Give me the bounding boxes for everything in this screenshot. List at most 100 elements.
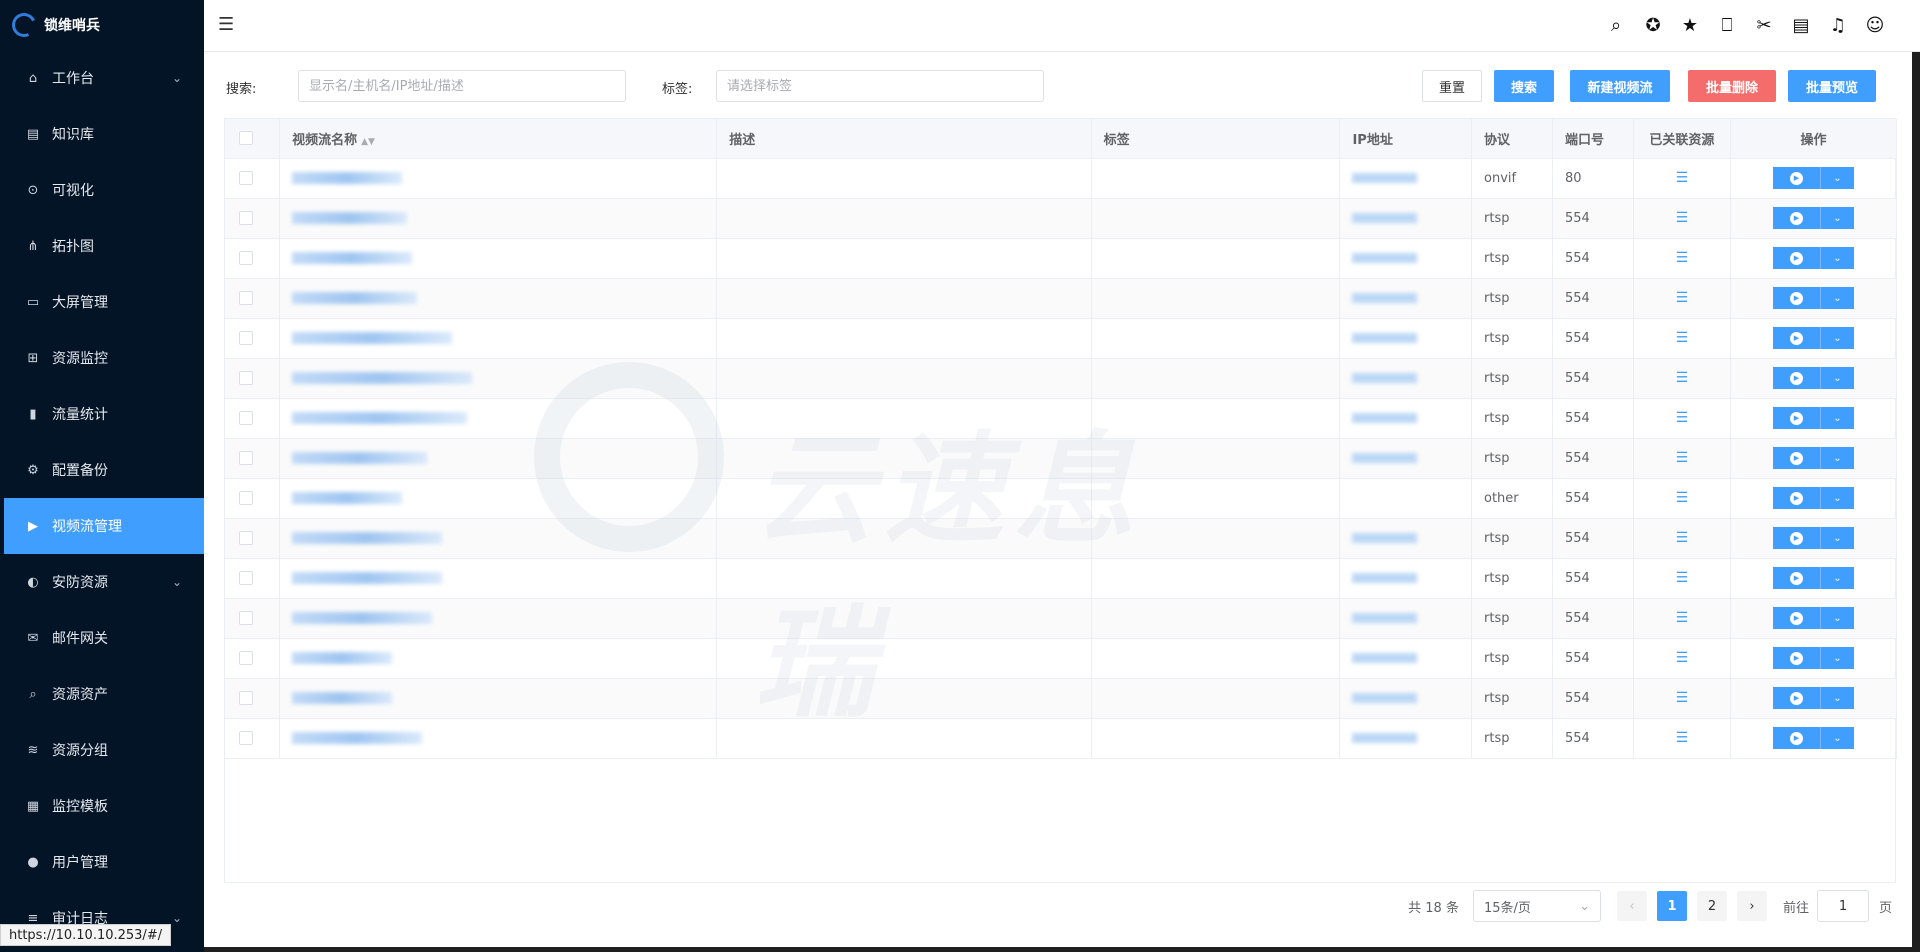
more-actions-button[interactable]: ⌄: [1821, 527, 1854, 549]
stream-name-cell[interactable]: [279, 678, 718, 719]
tag-select[interactable]: [716, 70, 1044, 102]
list-icon[interactable]: ☰: [1676, 730, 1689, 746]
play-button[interactable]: ▶: [1773, 247, 1821, 269]
stream-name-cell[interactable]: [279, 718, 718, 759]
row-checkbox-cell[interactable]: [225, 158, 281, 199]
row-checkbox-cell[interactable]: [225, 718, 281, 759]
sidebar-item-7[interactable]: ⚙ 配置备份: [4, 442, 204, 498]
row-checkbox[interactable]: [239, 451, 253, 465]
stream-name-cell[interactable]: [279, 518, 718, 559]
list-icon[interactable]: ☰: [1676, 570, 1689, 586]
page-size-select[interactable]: 15条/页 ⌄: [1472, 890, 1601, 922]
sidebar-item-13[interactable]: ▦ 监控模板: [4, 778, 204, 834]
row-checkbox[interactable]: [239, 491, 253, 505]
sidebar-item-4[interactable]: ▭ 大屏管理: [4, 274, 204, 330]
prev-page-button[interactable]: ‹: [1616, 891, 1647, 921]
play-button[interactable]: ▶: [1773, 367, 1821, 389]
table-row[interactable]: rtsp 554 ☰ ▶ ⌄: [225, 238, 1897, 279]
page-1-button[interactable]: 1: [1656, 891, 1687, 921]
stream-name-cell[interactable]: [279, 398, 718, 439]
row-checkbox-cell[interactable]: [225, 438, 281, 479]
stream-name-cell[interactable]: [279, 158, 718, 199]
user-icon[interactable]: ☺: [1864, 14, 1886, 36]
col-name[interactable]: 视频流名称 ▲▼: [279, 119, 718, 159]
list-icon[interactable]: ☰: [1676, 530, 1689, 546]
table-row[interactable]: rtsp 554 ☰ ▶ ⌄: [225, 638, 1897, 679]
stream-name-cell[interactable]: [279, 478, 718, 519]
bell-icon[interactable]: ♫: [1827, 14, 1849, 36]
table-row[interactable]: rtsp 554 ☰ ▶ ⌄: [225, 678, 1897, 719]
list-icon[interactable]: ☰: [1676, 490, 1689, 506]
sidebar-item-9[interactable]: ◐ 安防资源 ⌄: [4, 554, 204, 610]
table-row[interactable]: other 554 ☰ ▶ ⌄: [225, 478, 1897, 519]
menu-toggle-icon[interactable]: ☰: [218, 14, 238, 35]
row-checkbox-cell[interactable]: [225, 518, 281, 559]
row-checkbox[interactable]: [239, 251, 253, 265]
row-checkbox[interactable]: [239, 371, 253, 385]
list-icon[interactable]: ☰: [1676, 250, 1689, 266]
more-actions-button[interactable]: ⌄: [1821, 447, 1854, 469]
sidebar-item-1[interactable]: ▤ 知识库: [4, 106, 204, 162]
stream-name-cell[interactable]: [279, 598, 718, 639]
stream-name-cell[interactable]: [279, 358, 718, 399]
reset-button[interactable]: 重置: [1422, 70, 1482, 102]
star-icon[interactable]: ★: [1679, 14, 1701, 36]
search-input[interactable]: [298, 70, 626, 102]
play-button[interactable]: ▶: [1773, 327, 1821, 349]
select-all-checkbox-cell[interactable]: [225, 119, 281, 159]
list-icon[interactable]: ☰: [1676, 610, 1689, 626]
play-button[interactable]: ▶: [1773, 207, 1821, 229]
row-checkbox-cell[interactable]: [225, 358, 281, 399]
play-button[interactable]: ▶: [1773, 407, 1821, 429]
stream-name-cell[interactable]: [279, 638, 718, 679]
row-checkbox-cell[interactable]: [225, 598, 281, 639]
more-actions-button[interactable]: ⌄: [1821, 167, 1854, 189]
row-checkbox[interactable]: [239, 171, 253, 185]
storage-icon[interactable]: ▤: [1790, 14, 1812, 36]
more-actions-button[interactable]: ⌄: [1821, 327, 1854, 349]
play-button[interactable]: ▶: [1773, 727, 1821, 749]
stream-name-cell[interactable]: [279, 278, 718, 319]
table-row[interactable]: rtsp 554 ☰ ▶ ⌄: [225, 318, 1897, 359]
table-row[interactable]: rtsp 554 ☰ ▶ ⌄: [225, 518, 1897, 559]
row-checkbox-cell[interactable]: [225, 278, 281, 319]
sidebar-item-11[interactable]: ⌕ 资源资产: [4, 666, 204, 722]
stream-name-cell[interactable]: [279, 438, 718, 479]
row-checkbox[interactable]: [239, 731, 253, 745]
play-button[interactable]: ▶: [1773, 567, 1821, 589]
row-checkbox[interactable]: [239, 691, 253, 705]
row-checkbox-cell[interactable]: [225, 198, 281, 239]
table-row[interactable]: rtsp 554 ☰ ▶ ⌄: [225, 358, 1897, 399]
next-page-button[interactable]: ›: [1736, 891, 1767, 921]
sidebar-item-12[interactable]: ≋ 资源分组: [4, 722, 204, 778]
stream-name-cell[interactable]: [279, 198, 718, 239]
bookmark-icon[interactable]: ⎕: [1716, 14, 1738, 36]
more-actions-button[interactable]: ⌄: [1821, 687, 1854, 709]
select-all-checkbox[interactable]: [239, 131, 253, 146]
batch-preview-button[interactable]: 批量预览: [1788, 70, 1876, 102]
row-checkbox[interactable]: [239, 211, 253, 225]
more-actions-button[interactable]: ⌄: [1821, 487, 1854, 509]
sidebar-item-2[interactable]: ⊙ 可视化: [4, 162, 204, 218]
play-button[interactable]: ▶: [1773, 647, 1821, 669]
row-checkbox[interactable]: [239, 611, 253, 625]
search-button[interactable]: 搜索: [1494, 70, 1554, 102]
more-actions-button[interactable]: ⌄: [1821, 647, 1854, 669]
more-actions-button[interactable]: ⌄: [1821, 727, 1854, 749]
list-icon[interactable]: ☰: [1676, 690, 1689, 706]
table-row[interactable]: rtsp 554 ☰ ▶ ⌄: [225, 398, 1897, 439]
stream-name-cell[interactable]: [279, 238, 718, 279]
list-icon[interactable]: ☰: [1676, 290, 1689, 306]
table-row[interactable]: rtsp 554 ☰ ▶ ⌄: [225, 278, 1897, 319]
more-actions-button[interactable]: ⌄: [1821, 247, 1854, 269]
more-actions-button[interactable]: ⌄: [1821, 367, 1854, 389]
sidebar-item-10[interactable]: ✉ 邮件网关: [4, 610, 204, 666]
more-actions-button[interactable]: ⌄: [1821, 287, 1854, 309]
play-button[interactable]: ▶: [1773, 287, 1821, 309]
table-row[interactable]: rtsp 554 ☰ ▶ ⌄: [225, 438, 1897, 479]
table-row[interactable]: rtsp 554 ☰ ▶ ⌄: [225, 558, 1897, 599]
row-checkbox[interactable]: [239, 531, 253, 545]
row-checkbox-cell[interactable]: [225, 398, 281, 439]
list-icon[interactable]: ☰: [1676, 370, 1689, 386]
table-row[interactable]: rtsp 554 ☰ ▶ ⌄: [225, 718, 1897, 759]
